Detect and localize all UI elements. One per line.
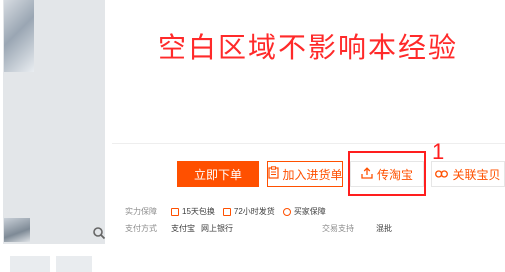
payment-row: 支付方式 支付宝 网上银行	[125, 223, 239, 234]
buy-now-button[interactable]: 立即下单	[177, 161, 259, 187]
link-item-label: 关联宝贝	[452, 167, 501, 182]
service-label: 实力保障	[125, 207, 157, 216]
add-to-stock-label: 加入进货单	[282, 167, 343, 182]
payment-method: 网上银行	[201, 224, 233, 233]
product-gallery	[0, 0, 108, 272]
link-item-button[interactable]: 关联宝贝	[431, 161, 505, 187]
divider	[112, 143, 505, 144]
product-image-fragment-bottom	[4, 218, 30, 242]
service-item[interactable]: 15天包换	[171, 206, 215, 217]
service-item[interactable]: 72小时发货	[222, 206, 275, 217]
product-image-fragment	[4, 0, 34, 72]
add-to-stock-button[interactable]: 加入进货单	[267, 161, 343, 187]
truck-icon	[222, 207, 231, 216]
service-item[interactable]: 买家保障	[282, 206, 326, 217]
search-icon[interactable]	[92, 226, 106, 240]
shield-icon	[171, 207, 179, 216]
share-to-taobao-button[interactable]: 传淘宝	[350, 161, 424, 187]
thumbnail[interactable]	[56, 256, 92, 272]
guarantee-icon	[282, 207, 291, 216]
buy-now-label: 立即下单	[193, 167, 242, 182]
payment-method: 支付宝	[171, 224, 195, 233]
trade-support-value: 混批	[376, 224, 392, 233]
service-guarantee-row: 实力保障 15天包换 72小时发货 买家保障	[125, 206, 334, 217]
clipboard-icon	[267, 166, 283, 182]
share-label: 传淘宝	[376, 167, 413, 182]
thumbnail[interactable]	[10, 256, 50, 272]
annotation-step-number: 1	[432, 139, 445, 164]
link-icon	[435, 167, 452, 181]
upload-icon	[361, 166, 377, 182]
overlay-title: 空白区域不影响本经验	[158, 31, 459, 64]
trade-support-label: 交易支持	[322, 224, 354, 233]
payment-label: 支付方式	[125, 224, 157, 233]
